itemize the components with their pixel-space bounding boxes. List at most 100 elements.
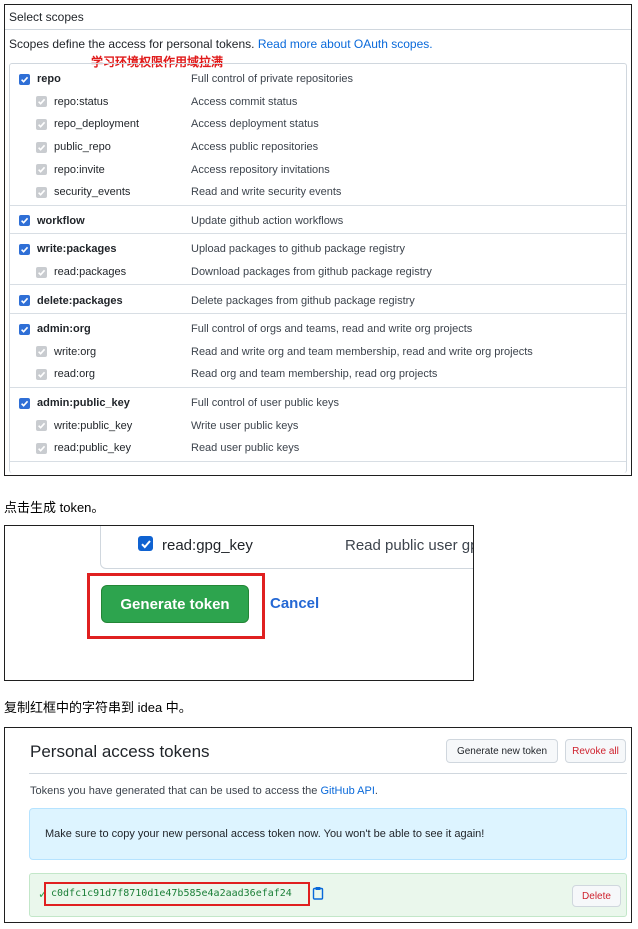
scope-description: Update github action workflows: [191, 214, 344, 227]
scope-description: Full control of private repositories: [191, 73, 354, 86]
scope-checkbox[interactable]: [36, 118, 47, 130]
tokens-description: Tokens you have generated that can be us…: [30, 785, 378, 797]
scopes-title: Select scopes: [9, 10, 84, 24]
check-icon: [21, 76, 29, 83]
scope-row: read:org Read org and team membership, re…: [10, 363, 626, 386]
cancel-link[interactable]: Cancel: [270, 595, 319, 612]
instruction-caption: 复制红框中的字符串到 idea 中。: [4, 700, 192, 715]
scope-checkbox[interactable]: [36, 420, 47, 432]
check-icon: [38, 166, 46, 174]
scope-description: Full control of orgs and teams, read and…: [191, 323, 473, 336]
scope-checkbox[interactable]: [36, 442, 47, 454]
scope-name: read:gpg_key: [162, 537, 253, 554]
check-icon: [21, 326, 29, 333]
scope-name: repo: [37, 73, 61, 86]
check-icon: [21, 400, 29, 407]
scope-group: write:packages Upload packages to github …: [10, 234, 626, 286]
scope-name: admin:public_key: [37, 397, 130, 410]
scope-description: Access public repositories: [191, 141, 319, 154]
checkbox-read-gpg-key[interactable]: [138, 536, 153, 551]
scope-row: read:packages Download packages from gith…: [10, 261, 626, 284]
tokens-description-text: Tokens you have generated that can be us…: [30, 785, 321, 797]
scope-checkbox[interactable]: [19, 73, 30, 85]
scope-row: security_events Read and write security e…: [10, 181, 626, 204]
scope-row: delete:packages Delete packages from gith…: [10, 289, 626, 312]
scope-name: workflow: [37, 214, 85, 227]
scope-description: Access commit status: [191, 95, 298, 108]
scope-row: repo:invite Access repository invitations: [10, 158, 626, 181]
divider: [5, 29, 631, 30]
scope-checkbox[interactable]: [36, 346, 47, 358]
scope-checkbox[interactable]: [19, 295, 30, 307]
scope-checkbox[interactable]: [36, 164, 47, 176]
scope-list: repo Full control of private repositories…: [9, 63, 627, 473]
divider: [29, 773, 627, 774]
tokens-description-end: .: [374, 785, 378, 797]
check-icon: [38, 349, 46, 356]
new-token-row: ✓ c0dfc1c91d7f8710d1e47b585e4a2aad36efaf…: [29, 873, 627, 917]
check-icon: [38, 99, 46, 106]
scope-row: write:org Read and write org and team mem…: [10, 341, 626, 364]
scope-checkbox[interactable]: [36, 266, 47, 278]
scope-description: Read and write security events: [191, 186, 342, 199]
scope-checkbox[interactable]: [19, 215, 30, 227]
scope-description: Read public user gpg: [345, 537, 474, 554]
flash-message: Make sure to copy your new personal acce…: [45, 828, 485, 840]
check-icon: [21, 297, 29, 304]
check-icon: [38, 189, 46, 196]
scope-description: Read user public keys: [191, 442, 300, 455]
flash-notice: Make sure to copy your new personal acce…: [29, 808, 627, 860]
scope-name: write:packages: [37, 243, 117, 256]
token-value[interactable]: c0dfc1c91d7f8710d1e47b585e4a2aad36efaf24: [51, 888, 292, 899]
scope-row: workflow Update github action workflows: [10, 210, 626, 233]
scope-name: read:public_key: [54, 442, 132, 455]
scope-name: read:org: [54, 368, 95, 381]
scope-description: Access deployment status: [191, 118, 319, 131]
personal-access-tokens-panel: Personal access tokens Generate new toke…: [4, 727, 632, 923]
check-icon: [38, 121, 46, 128]
scope-name: repo_deployment: [54, 118, 140, 131]
delete-token-button[interactable]: Delete: [572, 885, 621, 907]
scope-row: write:packages Upload packages to github …: [10, 238, 626, 261]
scope-row: read:public_key Read user public keys: [10, 437, 626, 460]
scope-name: repo:invite: [54, 163, 105, 176]
generate-token-button[interactable]: Generate token: [101, 585, 249, 623]
scope-checkbox[interactable]: [36, 96, 47, 108]
scope-description: Read and write org and team membership, …: [191, 345, 533, 358]
generate-new-token-button[interactable]: Generate new token: [446, 739, 558, 763]
scopes-panel: Select scopes Scopes define the access f…: [4, 4, 632, 476]
check-icon: [38, 422, 46, 429]
revoke-all-button[interactable]: Revoke all: [565, 739, 626, 763]
check-icon: [140, 539, 151, 548]
clipboard-icon[interactable]: [312, 886, 324, 900]
scope-checkbox[interactable]: [19, 323, 30, 335]
scope-name: write:public_key: [54, 419, 133, 432]
scope-name: delete:packages: [37, 294, 123, 307]
scope-name: repo:status: [54, 95, 109, 108]
instruction-caption: 点击生成 token。: [4, 500, 105, 515]
scope-checkbox[interactable]: [36, 368, 47, 380]
scope-checkbox[interactable]: [36, 141, 47, 153]
check-icon: [38, 269, 46, 276]
check-icon: [38, 445, 46, 452]
oauth-scopes-link[interactable]: Read more about OAuth scopes.: [258, 37, 433, 51]
page-title: Personal access tokens: [30, 742, 210, 761]
generate-token-panel: read:gpg_key Read public user gpg Genera…: [4, 525, 474, 681]
scope-group: workflow Update github action workflows: [10, 206, 626, 235]
scope-description: Read org and team membership, read org p…: [191, 368, 438, 381]
scope-checkbox[interactable]: [36, 186, 47, 198]
github-api-link[interactable]: GitHub API: [320, 785, 374, 797]
scope-name: write:org: [54, 345, 97, 358]
scope-row-read-gpg-key: read:gpg_key Read public user gpg: [100, 526, 474, 569]
scope-group: admin:public_key Full control of user pub…: [10, 388, 626, 462]
scope-name: security_events: [54, 186, 131, 199]
scope-description: Access repository invitations: [191, 163, 330, 176]
scope-name: admin:org: [37, 323, 91, 336]
scope-checkbox[interactable]: [19, 397, 30, 409]
scope-row: admin:org Full control of orgs and teams,…: [10, 318, 626, 341]
check-icon: [21, 246, 29, 253]
check-icon: [21, 218, 29, 225]
scope-row: public_repo Access public repositories: [10, 136, 626, 159]
scope-description: Upload packages to github package regist…: [191, 243, 406, 256]
scope-checkbox[interactable]: [19, 243, 30, 255]
